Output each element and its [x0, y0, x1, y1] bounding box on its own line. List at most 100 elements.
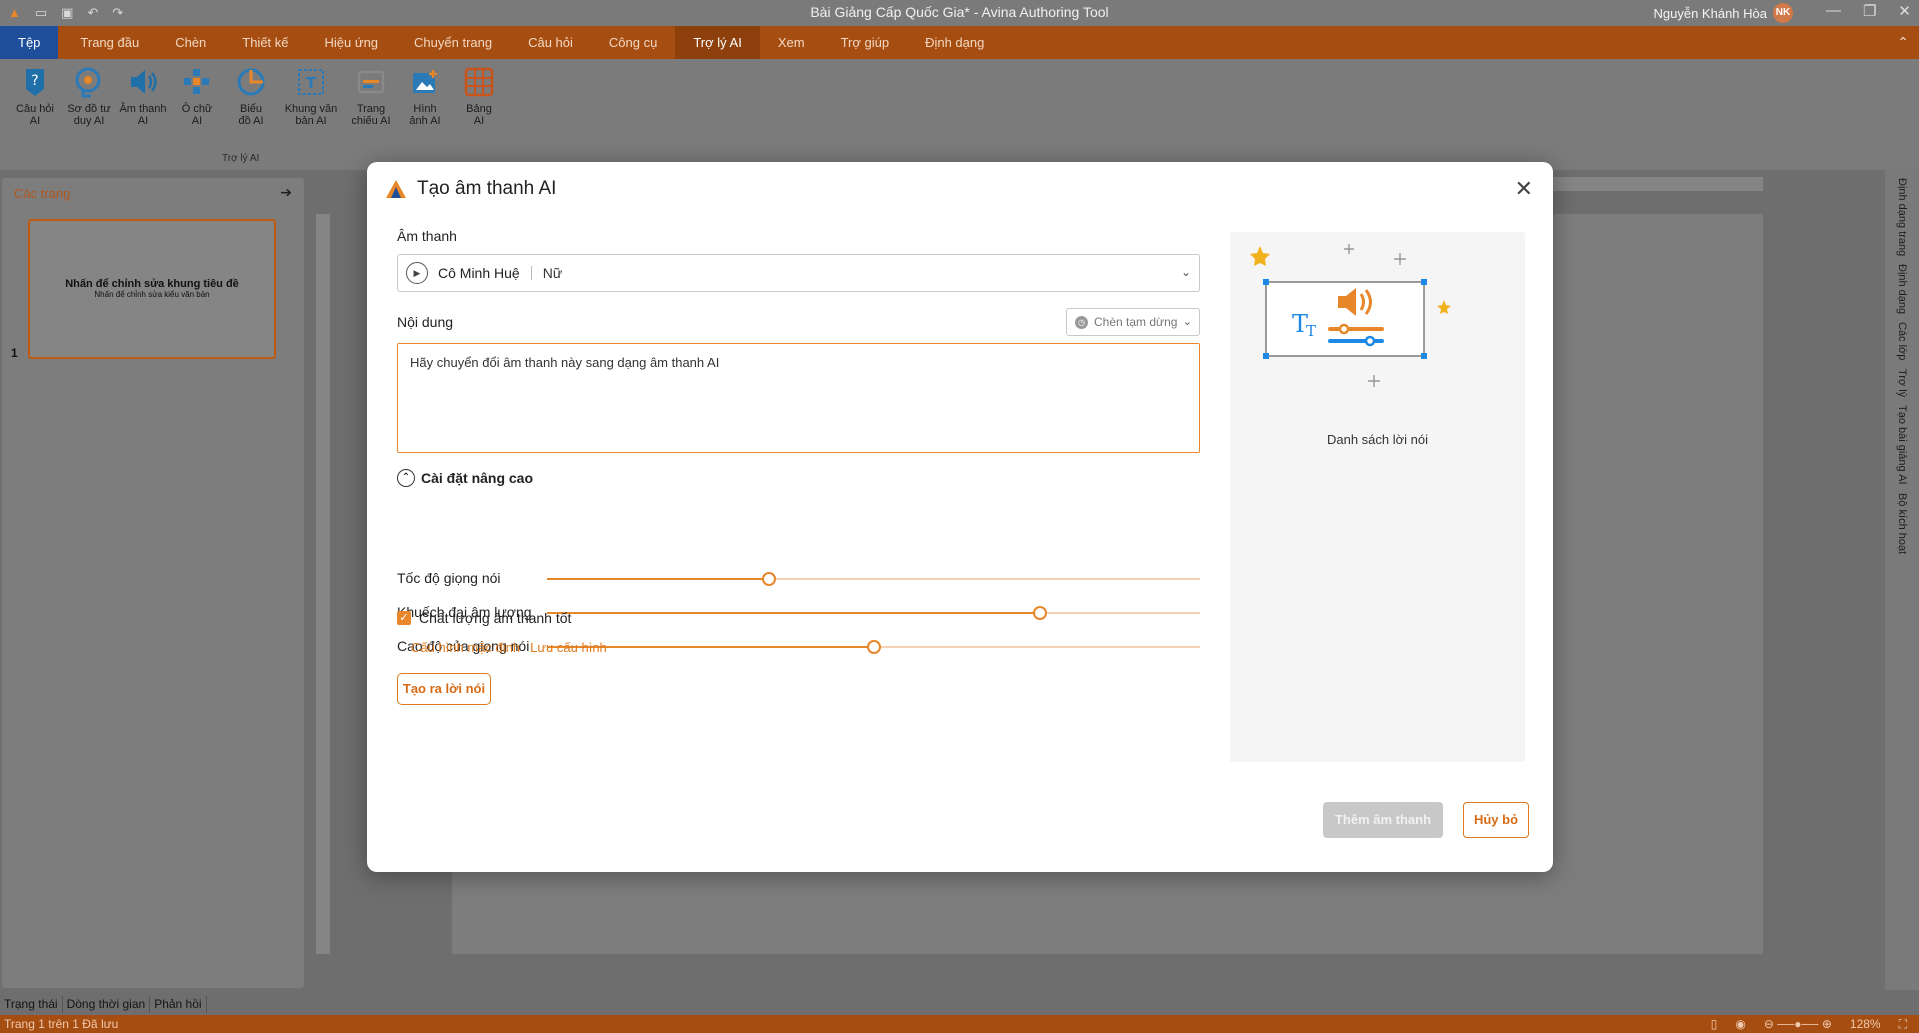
sidebar-tab-page-format[interactable]: Định dạng trang [1896, 178, 1908, 256]
slider-handle[interactable] [1033, 606, 1047, 620]
tab-home[interactable]: Trang đầu [62, 26, 157, 59]
tab-design[interactable]: Thiết kế [224, 26, 306, 59]
window-title: Bài Giảng Cấp Quốc Gia* - Avina Authorin… [810, 4, 1109, 20]
tab-ai-assistant[interactable]: Trợ lý AI [675, 26, 760, 59]
bottom-tabs: Trạng thái Dòng thời gian Phản hồi [0, 996, 1919, 1013]
thumb-subtitle: Nhấn để chỉnh sửa kiểu văn bản [94, 290, 210, 299]
ribbon-label: Khung văn [284, 103, 338, 115]
status-right: ▯ ◉ ⊖ ──●── ⊕ 128% ⛶ [1711, 1015, 1907, 1033]
sidebar-tab-layers[interactable]: Các lớp [1896, 322, 1908, 360]
pitch-slider[interactable] [547, 640, 1200, 654]
textbox-ai-button[interactable]: T Khung văn bản AI [280, 65, 342, 127]
content-label: Nội dung [397, 314, 454, 330]
mindmap-ai-button[interactable]: Sơ đồ tư duy AI [64, 65, 114, 127]
sidebar-tab-triggers[interactable]: Bộ kích hoạt [1896, 493, 1908, 554]
ribbon-label: Câu hỏi [16, 103, 54, 115]
slide-thumbnail[interactable]: Nhấn để chỉnh sửa khung tiêu đề Nhấn để … [28, 219, 276, 359]
tab-insert[interactable]: Chèn [157, 26, 224, 59]
preview-icon[interactable]: ◉ [1735, 1015, 1745, 1033]
table-ai-button[interactable]: Bảng AI [454, 65, 504, 127]
notes-icon[interactable]: ▯ [1711, 1015, 1718, 1033]
dialog-title: Tạo âm thanh AI [417, 178, 557, 199]
speech-list-preview: T T Danh sách lời nói [1230, 232, 1525, 762]
content-textarea[interactable]: Hãy chuyển đổi âm thanh này sang dạng âm… [397, 343, 1200, 453]
tab-effects[interactable]: Hiệu ứng [307, 26, 397, 59]
image-ai-icon [408, 65, 442, 99]
checkbox-checked-icon: ✓ [397, 611, 411, 625]
high-quality-checkbox[interactable]: ✓ Chất lượng âm thanh tốt [397, 610, 571, 626]
user-account[interactable]: Nguyễn Khánh Hòa NK [1654, 3, 1793, 23]
user-name: Nguyễn Khánh Hòa [1653, 5, 1767, 21]
tab-feedback[interactable]: Phản hồi [150, 996, 207, 1013]
add-audio-button[interactable]: Thêm âm thanh [1323, 802, 1443, 838]
vertical-ruler [316, 214, 330, 954]
speech-rate-label: Tốc độ giọng nói [397, 570, 501, 586]
tab-view[interactable]: Xem [760, 26, 823, 59]
close-window-icon[interactable]: ✕ [1898, 2, 1911, 20]
voice-select[interactable]: ▶ Cô Minh Huệ Nữ ⌄ [397, 254, 1200, 292]
sidebar-tab-ai-lesson[interactable]: Tạo bài giảng AI [1896, 405, 1908, 485]
tab-questions[interactable]: Câu hỏi [510, 26, 591, 59]
default-config-link[interactable]: Cấu hình mặc định [411, 640, 520, 655]
crossword-ai-button[interactable]: Ô chữ AI [172, 65, 222, 127]
dialog-header: Tạo âm thanh AI [385, 178, 556, 200]
create-ai-audio-dialog: Tạo âm thanh AI ✕ Âm thanh ▶ Cô Minh Huệ… [367, 162, 1553, 872]
advanced-settings-toggle[interactable]: ⌃ Cài đặt nâng cao [397, 469, 533, 487]
volume-gain-slider[interactable] [547, 606, 1200, 620]
chevron-down-icon: ⌄ [1180, 265, 1191, 279]
slide-ai-icon [354, 65, 388, 99]
play-icon[interactable]: ▶ [406, 262, 428, 284]
fit-icon[interactable]: ⛶ [1899, 1015, 1907, 1033]
pin-icon[interactable]: ➔ [280, 184, 292, 201]
minimize-icon[interactable]: — [1826, 2, 1841, 20]
generate-speech-button[interactable]: Tạo ra lời nói [397, 673, 491, 705]
table-ai-icon [462, 65, 496, 99]
zoom-level: 128% [1849, 1017, 1881, 1031]
tab-transitions[interactable]: Chuyển trang [396, 26, 510, 59]
right-sidebar: Định dạng trang Định dạng Các lớp Trợ lý… [1885, 170, 1919, 990]
question-ai-icon: ? [18, 65, 52, 99]
chart-ai-icon [234, 65, 268, 99]
voice-separator [530, 266, 532, 280]
question-ai-button[interactable]: ? Câu hỏi AI [10, 65, 60, 127]
thumb-title: Nhấn để chỉnh sửa khung tiêu đề [65, 278, 239, 290]
close-icon[interactable]: ✕ [1515, 178, 1533, 200]
chevron-down-icon: ⌄ [1182, 316, 1192, 328]
cancel-button[interactable]: Hủy bỏ [1463, 802, 1529, 838]
tab-status[interactable]: Trạng thái [0, 996, 63, 1013]
ribbon-label: Bảng [466, 103, 492, 115]
ribbon-label: Biểu [239, 103, 263, 115]
chart-ai-button[interactable]: Biểu đồ AI [226, 65, 276, 127]
audio-ai-icon [126, 65, 160, 99]
slide-number: 1 [11, 346, 18, 360]
zoom-slider[interactable]: ⊖ ──●── ⊕ [1764, 1015, 1832, 1033]
tab-format[interactable]: Định dạng [907, 26, 1002, 59]
avatar: NK [1773, 3, 1793, 23]
slider-handle[interactable] [866, 640, 881, 654]
slide-ai-button[interactable]: Trang chiếu AI [346, 65, 396, 127]
tab-help[interactable]: Trợ giúp [823, 26, 908, 59]
save-config-link[interactable]: Lưu cấu hình [530, 640, 607, 655]
insert-pause-dropdown[interactable]: ◷ Chèn tạm dừng ⌄ [1066, 308, 1200, 336]
audio-ai-button[interactable]: Âm thanh AI [118, 65, 168, 127]
ribbon-label: chiếu AI [351, 115, 391, 127]
collapse-ribbon-icon[interactable]: ⌃ [1897, 34, 1909, 51]
sidebar-tab-assistant[interactable]: Trợ lý [1896, 369, 1908, 397]
ribbon: ? Câu hỏi AI Sơ đồ tư duy AI Âm thanh AI… [0, 59, 1919, 170]
ribbon-label: bản AI [295, 115, 327, 127]
speech-rate-slider[interactable] [547, 572, 1200, 586]
voice-name: Cô Minh Huệ [438, 265, 520, 281]
horizontal-ruler [1553, 177, 1763, 191]
sidebar-tab-format[interactable]: Định dạng [1896, 264, 1908, 314]
image-ai-button[interactable]: Hình ảnh AI [400, 65, 450, 127]
ribbon-label: Trang [356, 103, 386, 115]
tab-tools[interactable]: Công cụ [591, 26, 675, 59]
avina-logo-icon [386, 180, 406, 198]
restore-icon[interactable]: ❐ [1863, 2, 1876, 20]
tab-timeline[interactable]: Dòng thời gian [63, 996, 151, 1013]
svg-text:T: T [306, 74, 317, 92]
tab-file[interactable]: Tệp [0, 26, 59, 59]
crossword-ai-icon [180, 65, 214, 99]
ribbon-label: AI [137, 115, 149, 127]
slider-handle[interactable] [762, 572, 777, 586]
